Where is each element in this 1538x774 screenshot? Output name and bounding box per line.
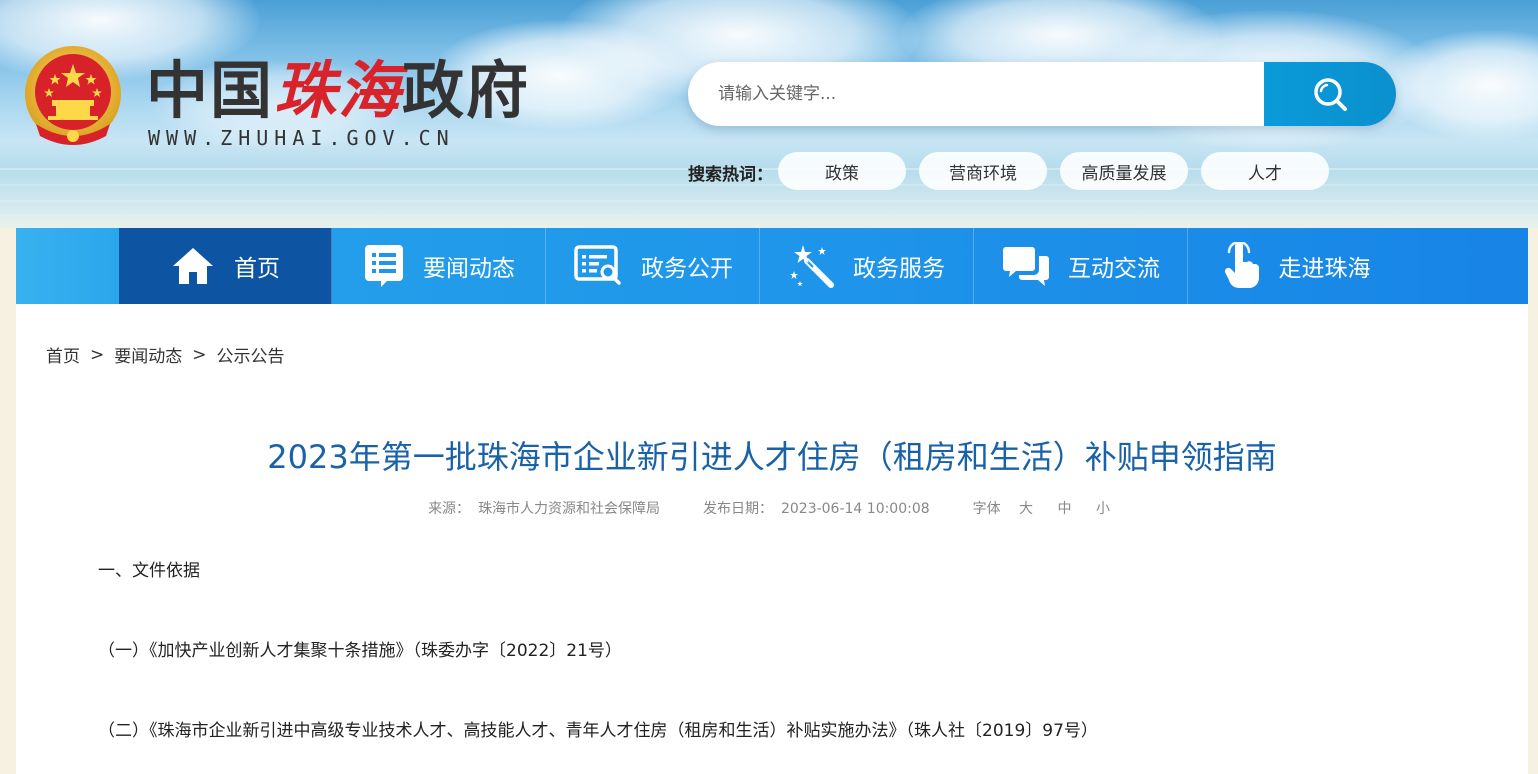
nav-item-label: 互动交流 [1068,256,1160,282]
news-list-icon [365,245,403,287]
article-content: 首页 > 要闻动态 > 公示公告 2023年第一批珠海市企业新引进人才住房（租房… [16,304,1528,774]
source-label: 来源： [428,501,471,517]
breadcrumb-separator: > [192,344,207,365]
hot-search-label: 搜索热词： [688,165,773,185]
hot-tag-business-environment[interactable]: 营商环境 [919,152,1047,190]
breadcrumb-home[interactable]: 首页 [46,342,80,367]
nav-item-interactive-communication[interactable]: 互动交流 [975,228,1188,304]
search-box [688,62,1396,126]
nav-item-label: 走进珠海 [1278,256,1371,282]
breadcrumb-separator: > [90,344,105,365]
site-url: WWW.ZHUHAI.GOV.CN [148,126,455,150]
sea-line [0,214,1538,216]
logo-text-government: 政府 [402,54,531,127]
nav-item-label: 政务服务 [853,256,945,282]
search-button[interactable] [1264,62,1396,126]
nav-edge [16,228,119,304]
pointer-hand-icon [1224,242,1259,289]
article-paragraph: （二）《珠海市企业新引进中高级专业技术人才、高技能人才、青年人才住房（租房和生活… [98,721,1098,741]
breadcrumb-news[interactable]: 要闻动态 [114,342,182,367]
nav-item-explore-zhuhai[interactable]: 走进珠海 [1189,228,1402,304]
nav-item-label: 首页 [234,256,280,282]
search-icon [1314,78,1347,111]
site-logo[interactable]: 中国 珠海 政府 [146,56,530,126]
font-size-medium-button[interactable]: 中 [1057,501,1071,517]
national-emblem-icon [25,46,121,145]
breadcrumb-announcements[interactable]: 公示公告 [217,342,285,367]
nav-item-label: 要闻动态 [423,256,515,282]
sea-line [0,200,1538,202]
article-paragraph: （一）《加快产业创新人才集聚十条措施》（珠委办字〔2022〕21号） [98,641,622,661]
logo-text-zhuhai: 珠海 [274,54,403,127]
nav-item-government-affairs-disclosure[interactable]: 政务公开 [547,228,760,304]
hot-tag-talent[interactable]: 人才 [1201,152,1329,190]
home-icon [173,248,213,284]
site-header: 中国 珠海 政府 WWW.ZHUHAI.GOV.CN 搜索热词： 政策 营商环境… [0,0,1538,228]
logo-text-china: 中国 [146,54,275,127]
open-affairs-icon [574,245,621,285]
font-size-large-button[interactable]: 大 [1019,501,1033,517]
magic-wand-icon [790,245,834,288]
font-size-small-button[interactable]: 小 [1096,501,1110,517]
main-nav: 首页 要闻动态 政务公开 政务服务 互动交流 走进珠海 [16,228,1528,304]
search-input[interactable] [688,62,1266,126]
publish-date: 2023-06-14 10:00:08 [780,501,930,517]
hot-tag-high-quality-development[interactable]: 高质量发展 [1060,152,1188,190]
article-source: 珠海市人力资源和社会保障局 [478,501,661,517]
nav-item-government-services[interactable]: 政务服务 [761,228,974,304]
article-paragraph: 一、文件依据 [98,561,200,581]
date-label: 发布日期： [702,501,773,517]
nav-item-home[interactable]: 首页 [119,228,332,304]
nav-item-news[interactable]: 要闻动态 [333,228,546,304]
hot-tag-policy[interactable]: 政策 [778,152,906,190]
chat-icon [1003,247,1049,286]
article-title: 2023年第一批珠海市企业新引进人才住房（租房和生活）补贴申领指南 [267,438,1277,476]
font-size-label: 字体 [972,501,1001,517]
breadcrumb: 首页 > 要闻动态 > 公示公告 [46,342,285,368]
article-meta: 来源： 珠海市人力资源和社会保障局 发布日期： 2023-06-14 10:00:0… [16,498,1528,518]
nav-item-label: 政务公开 [641,256,733,282]
